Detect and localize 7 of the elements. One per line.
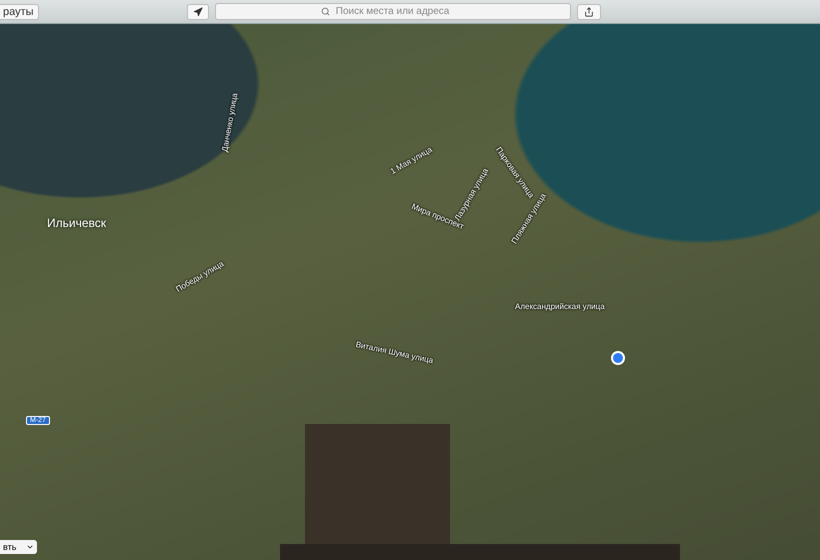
view-select[interactable]: вть [0,540,38,554]
street-label: Виталия Шума улица [354,340,434,366]
search-field[interactable]: Поиск места или адреса [214,3,571,20]
street-label: Александрийская улица [515,302,605,311]
city-label: Ильичевск [47,216,106,230]
routes-button[interactable]: рауты [0,4,39,20]
street-label: Данченко улица [220,92,240,153]
